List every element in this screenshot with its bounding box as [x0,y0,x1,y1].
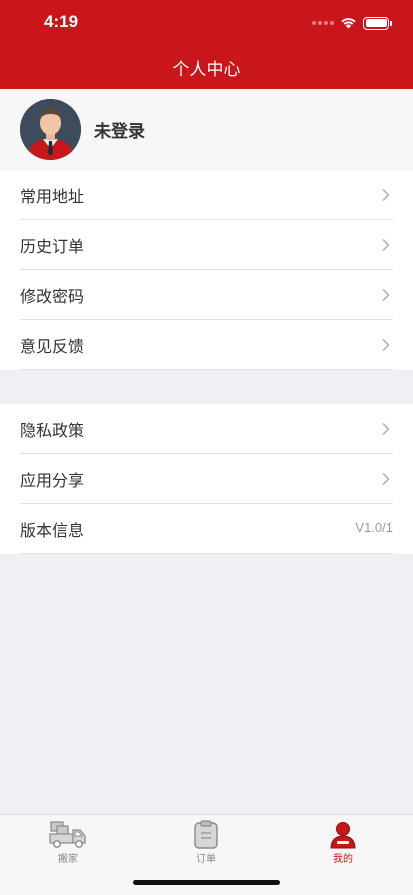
menu-item-share-app[interactable]: 应用分享 [0,454,413,504]
chevron-right-icon [382,238,390,252]
menu-item-label: 版本信息 [20,521,85,540]
home-indicator [133,880,280,885]
tab-orders[interactable]: 订单 [166,815,246,865]
avatar[interactable] [20,98,81,160]
page-title: 个人中心 [172,60,241,80]
profile-card[interactable]: 未登录 [0,89,413,169]
version-value: V1.0/1 [355,520,393,535]
tab-label: 订单 [196,854,216,865]
tab-label: 搬家 [58,854,78,865]
menu-item-label: 意见反馈 [20,337,85,356]
chevron-right-icon [382,422,390,436]
chevron-right-icon [382,288,390,302]
avatar-person-icon [20,98,81,160]
chevron-right-icon [382,338,390,352]
signal-icon [312,21,334,25]
wifi-icon [341,18,356,29]
menu-item-label: 常用地址 [20,187,85,206]
person-icon [330,822,356,849]
menu-group-secondary: 隐私政策 应用分享 版本信息 V1.0/1 [0,404,413,554]
clipboard-icon [194,820,218,849]
menu-item-feedback[interactable]: 意见反馈 [0,320,413,370]
menu-item-privacy-policy[interactable]: 隐私政策 [0,404,413,454]
menu-item-label: 应用分享 [20,471,85,490]
chevron-right-icon [382,188,390,202]
menu-item-label: 隐私政策 [20,421,85,440]
tab-mine[interactable]: 我的 [303,815,383,865]
menu-item-order-history[interactable]: 历史订单 [0,220,413,270]
menu-item-version-info[interactable]: 版本信息 V1.0/1 [0,504,413,554]
truck-icon [49,821,86,848]
header: 4:19 个人中心 [0,0,413,89]
menu-group-primary: 常用地址 历史订单 修改密码 意见反馈 [0,170,413,370]
menu-item-label: 历史订单 [20,237,85,256]
menu-item-change-password[interactable]: 修改密码 [0,270,413,320]
chevron-right-icon [382,472,390,486]
menu-item-address[interactable]: 常用地址 [0,170,413,220]
menu-item-label: 修改密码 [20,287,85,306]
battery-icon [363,16,392,30]
status-bar: 4:19 [0,0,413,44]
status-time: 4:19 [44,12,79,31]
login-status[interactable]: 未登录 [94,117,145,142]
status-icons [312,14,392,32]
tab-label: 我的 [333,854,353,865]
tab-moving[interactable]: 搬家 [28,815,108,865]
